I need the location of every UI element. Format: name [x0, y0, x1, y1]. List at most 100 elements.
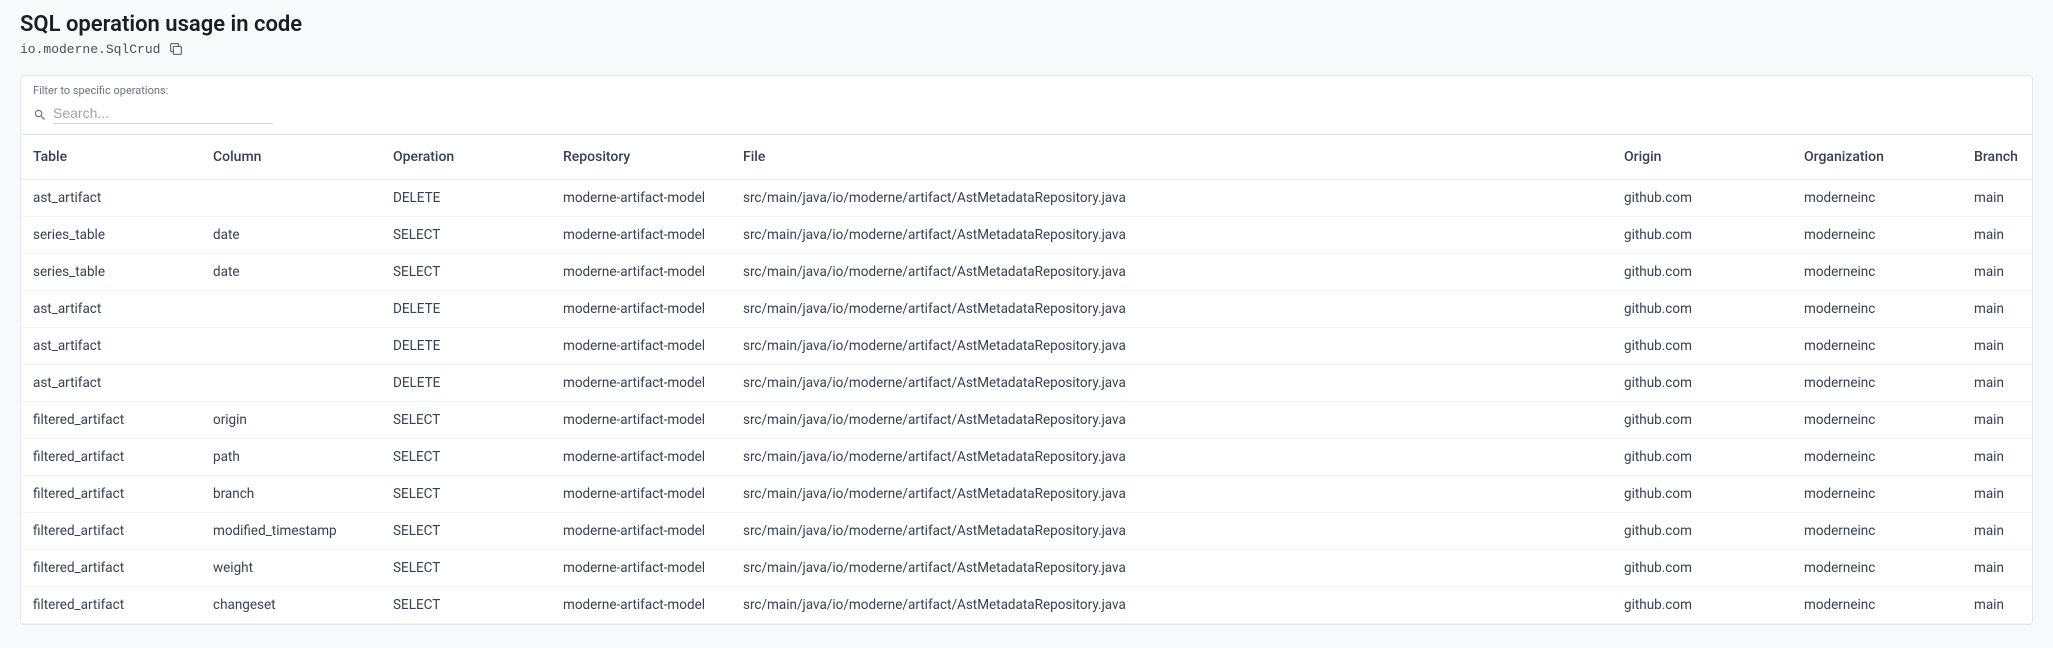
table-row[interactable]: ast_artifact DELETEmoderne-artifact-model…	[21, 291, 2032, 328]
cell-repository: moderne-artifact-model	[551, 291, 731, 328]
cell-table: ast_artifact	[21, 291, 201, 328]
column-header-organization[interactable]: Organization	[1792, 135, 1962, 180]
cell-organization: moderneinc	[1792, 439, 1962, 476]
cell-repository: moderne-artifact-model	[551, 365, 731, 402]
table-row[interactable]: ast_artifactDELETEmoderne-artifact-model…	[21, 180, 2032, 217]
cell-file: src/main/java/io/moderne/artifact/AstMet…	[731, 254, 1612, 291]
table-row[interactable]: filtered_artifactmodified_timestampSELEC…	[21, 513, 2032, 550]
cell-column	[201, 328, 381, 365]
cell-table: series_table	[21, 254, 201, 291]
cell-column: date	[201, 254, 381, 291]
cell-branch: main	[1962, 402, 2032, 439]
cell-origin: github.com	[1612, 365, 1792, 402]
cell-operation: SELECT	[381, 587, 551, 624]
cell-repository: moderne-artifact-model	[551, 513, 731, 550]
cell-operation: SELECT	[381, 217, 551, 254]
table-row[interactable]: filtered_artifactbranchSELECTmoderne-art…	[21, 476, 2032, 513]
cell-branch: main	[1962, 587, 2032, 624]
cell-repository: moderne-artifact-model	[551, 402, 731, 439]
cell-file: src/main/java/io/moderne/artifact/AstMet…	[731, 328, 1612, 365]
cell-origin: github.com	[1612, 402, 1792, 439]
cell-table: ast_artifact	[21, 180, 201, 217]
cell-table: filtered_artifact	[21, 402, 201, 439]
cell-branch: main	[1962, 217, 2032, 254]
cell-operation: SELECT	[381, 439, 551, 476]
cell-file: src/main/java/io/moderne/artifact/AstMet…	[731, 402, 1612, 439]
cell-organization: moderneinc	[1792, 550, 1962, 587]
cell-table: filtered_artifact	[21, 476, 201, 513]
column-header-table[interactable]: Table	[21, 135, 201, 180]
cell-organization: moderneinc	[1792, 180, 1962, 217]
cell-repository: moderne-artifact-model	[551, 476, 731, 513]
cell-repository: moderne-artifact-model	[551, 587, 731, 624]
table-row[interactable]: filtered_artifactweightSELECTmoderne-art…	[21, 550, 2032, 587]
cell-origin: github.com	[1612, 291, 1792, 328]
cell-operation: SELECT	[381, 513, 551, 550]
cell-branch: main	[1962, 180, 2032, 217]
filter-label: Filter to specific operations:	[21, 76, 2032, 101]
column-header-column[interactable]: Column	[201, 135, 381, 180]
cell-column: modified_timestamp	[201, 513, 381, 550]
cell-table: filtered_artifact	[21, 550, 201, 587]
cell-origin: github.com	[1612, 180, 1792, 217]
cell-organization: moderneinc	[1792, 587, 1962, 624]
cell-table: ast_artifact	[21, 365, 201, 402]
page-title: SQL operation usage in code	[20, 12, 2033, 37]
cell-file: src/main/java/io/moderne/artifact/AstMet…	[731, 439, 1612, 476]
table-row[interactable]: filtered_artifactchangesetSELECTmoderne-…	[21, 587, 2032, 624]
cell-operation: DELETE	[381, 291, 551, 328]
cell-column: origin	[201, 402, 381, 439]
cell-column: date	[201, 217, 381, 254]
cell-table: filtered_artifact	[21, 439, 201, 476]
cell-organization: moderneinc	[1792, 254, 1962, 291]
cell-column: branch	[201, 476, 381, 513]
page-header: SQL operation usage in code io.moderne.S…	[0, 0, 2053, 65]
table-header-row: Table Column Operation Repository File O…	[21, 135, 2032, 180]
cell-organization: moderneinc	[1792, 476, 1962, 513]
column-header-file[interactable]: File	[731, 135, 1612, 180]
column-header-origin[interactable]: Origin	[1612, 135, 1792, 180]
cell-repository: moderne-artifact-model	[551, 439, 731, 476]
cell-column	[201, 291, 381, 328]
cell-organization: moderneinc	[1792, 291, 1962, 328]
copy-icon[interactable]	[168, 41, 184, 57]
results-panel: Filter to specific operations: Table Col…	[20, 75, 2033, 625]
table-row[interactable]: filtered_artifactoriginSELECTmoderne-art…	[21, 402, 2032, 439]
cell-branch: main	[1962, 328, 2032, 365]
table-row[interactable]: ast_artifactDELETEmoderne-artifact-model…	[21, 328, 2032, 365]
cell-operation: SELECT	[381, 476, 551, 513]
cell-organization: moderneinc	[1792, 365, 1962, 402]
cell-file: src/main/java/io/moderne/artifact/AstMet…	[731, 365, 1612, 402]
cell-branch: main	[1962, 254, 2032, 291]
column-header-repository[interactable]: Repository	[551, 135, 731, 180]
results-table: Table Column Operation Repository File O…	[21, 134, 2032, 624]
column-header-operation[interactable]: Operation	[381, 135, 551, 180]
search-row	[21, 101, 2032, 134]
cell-column: changeset	[201, 587, 381, 624]
cell-origin: github.com	[1612, 587, 1792, 624]
column-header-branch[interactable]: Branch	[1962, 135, 2032, 180]
cell-operation: SELECT	[381, 402, 551, 439]
cell-origin: github.com	[1612, 254, 1792, 291]
cell-file: src/main/java/io/moderne/artifact/AstMet…	[731, 513, 1612, 550]
table-row[interactable]: filtered_artifactpathSELECTmoderne-artif…	[21, 439, 2032, 476]
cell-branch: main	[1962, 476, 2032, 513]
cell-organization: moderneinc	[1792, 402, 1962, 439]
search-icon	[33, 108, 47, 122]
cell-operation: SELECT	[381, 550, 551, 587]
cell-file: src/main/java/io/moderne/artifact/AstMet…	[731, 587, 1612, 624]
cell-file: src/main/java/io/moderne/artifact/AstMet…	[731, 550, 1612, 587]
table-row[interactable]: series_tabledateSELECTmoderne-artifact-m…	[21, 254, 2032, 291]
cell-repository: moderne-artifact-model	[551, 550, 731, 587]
cell-file: src/main/java/io/moderne/artifact/AstMet…	[731, 180, 1612, 217]
search-input[interactable]	[53, 105, 273, 124]
cell-branch: main	[1962, 550, 2032, 587]
cell-branch: main	[1962, 365, 2032, 402]
table-row[interactable]: ast_artifact DELETEmoderne-artifact-model…	[21, 365, 2032, 402]
table-row[interactable]: series_tabledateSELECTmoderne-artifact-m…	[21, 217, 2032, 254]
cell-column: path	[201, 439, 381, 476]
cell-organization: moderneinc	[1792, 513, 1962, 550]
cell-operation: DELETE	[381, 365, 551, 402]
cell-operation: SELECT	[381, 254, 551, 291]
cell-branch: main	[1962, 513, 2032, 550]
